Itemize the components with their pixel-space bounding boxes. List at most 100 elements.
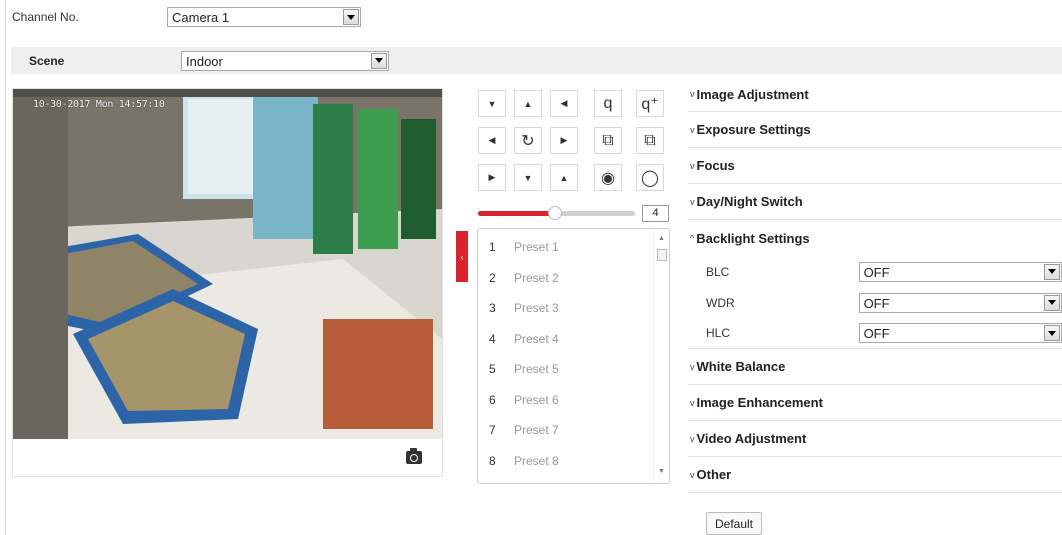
ptz-right-button[interactable]: ▶ [550, 127, 578, 154]
hlc-select[interactable]: OFF [858, 323, 1062, 343]
section-title: Focus [696, 158, 735, 173]
section-title: Image Enhancement [696, 395, 823, 410]
preset-name: Preset 7 [514, 423, 559, 437]
preset-scrollbar[interactable]: ▲ ▼ [653, 229, 669, 483]
wdr-select[interactable]: OFF [858, 292, 1062, 313]
ptz-down-button[interactable]: ▼ [514, 164, 542, 191]
hlc-row: HLC OFF [688, 318, 1062, 349]
camera-icon[interactable] [406, 448, 422, 464]
section-title: Backlight Settings [696, 230, 810, 246]
scroll-down-icon[interactable]: ▼ [657, 468, 666, 475]
chevron-down-icon: v [690, 196, 695, 207]
chevron-down-icon[interactable] [1044, 294, 1060, 311]
ptz-up-left-button[interactable]: ▼ [478, 90, 506, 117]
live-view-panel: 10-30-2017 Mon 14:57:10 [12, 88, 443, 477]
preset-item[interactable]: 4 Preset 4 [478, 324, 559, 354]
wdr-row: WDR OFF [688, 287, 1062, 318]
preset-number: 6 [489, 392, 496, 407]
section-video-adjustment[interactable]: v Video Adjustment [688, 421, 1062, 457]
preset-item[interactable]: 6 Preset 6 [478, 385, 559, 415]
section-title: White Balance [696, 359, 786, 374]
collapse-presets-button[interactable]: ‹ [456, 231, 468, 282]
preset-name: Preset 3 [514, 301, 559, 315]
section-title: Exposure Settings [696, 122, 811, 137]
chevron-down-icon: v [690, 397, 695, 408]
section-image-enhancement[interactable]: v Image Enhancement [688, 385, 1062, 421]
preset-name: Preset 1 [514, 240, 559, 254]
ptz-up-button[interactable]: ▲ [514, 90, 542, 117]
preset-name: Preset 8 [514, 453, 559, 468]
zoom-in-icon[interactable]: q⁺ [636, 90, 664, 117]
ptz-speed-knob[interactable] [548, 206, 562, 220]
scene-select[interactable]: Indoor [181, 50, 389, 71]
preset-number: 3 [489, 301, 496, 315]
ptz-up-right-button[interactable]: ◀ [550, 90, 578, 117]
live-video-image [13, 89, 442, 439]
hlc-select-value: OFF [863, 326, 890, 341]
default-button[interactable]: Default [706, 512, 762, 535]
preset-item[interactable]: 7 Preset 7 [478, 415, 559, 445]
chevron-down-icon: v [690, 469, 695, 480]
left-border [5, 0, 6, 535]
preset-item[interactable]: 8 Preset 8 [478, 446, 559, 476]
ptz-down-left-button[interactable]: ▶ [478, 164, 506, 191]
live-video[interactable]: 10-30-2017 Mon 14:57:10 [13, 89, 442, 439]
chevron-down-icon: v [690, 361, 695, 372]
channel-row: Channel No. Camera 1 [12, 6, 361, 28]
ptz-speed-value: 4 [642, 205, 669, 222]
preset-number: 5 [489, 362, 496, 376]
preset-item[interactable]: 1 Preset 1 [478, 232, 559, 262]
section-backlight-settings[interactable]: ^ Backlight Settings [688, 220, 1062, 256]
section-other[interactable]: v Other [688, 457, 1062, 493]
ptz-speed-fill [478, 211, 555, 216]
hlc-label: HLC [706, 326, 731, 340]
chevron-down-icon[interactable] [343, 9, 359, 25]
preset-number: 7 [489, 423, 496, 437]
chevron-down-icon[interactable] [1044, 325, 1060, 341]
channel-label: Channel No. [12, 10, 79, 24]
preset-item[interactable]: 5 Preset 5 [478, 354, 559, 384]
blc-select[interactable]: OFF [858, 261, 1062, 282]
chevron-down-icon[interactable] [371, 52, 387, 69]
section-white-balance[interactable]: v White Balance [688, 349, 1062, 385]
zoom-out-icon[interactable]: q [594, 90, 622, 117]
blc-select-value: OFF [863, 264, 890, 280]
section-day-night-switch[interactable]: v Day/Night Switch [688, 184, 1062, 220]
preset-name: Preset 4 [514, 331, 559, 346]
osd-timestamp: 10-30-2017 Mon 14:57:10 [33, 99, 165, 110]
auto-rotate-icon[interactable]: ↻ [514, 127, 542, 154]
chevron-down-icon: v [690, 160, 695, 171]
section-focus[interactable]: v Focus [688, 148, 1062, 184]
iris-close-icon[interactable]: ◯ [636, 164, 664, 191]
scene-label: Scene [29, 53, 65, 68]
preset-item[interactable]: 3 Preset 3 [478, 293, 559, 323]
chevron-down-icon: v [690, 124, 695, 135]
scroll-thumb[interactable] [657, 249, 667, 261]
channel-select[interactable]: Camera 1 [167, 7, 361, 27]
preset-number: 1 [489, 240, 496, 254]
preset-number: 4 [489, 331, 496, 346]
preset-number: 2 [489, 270, 496, 285]
iris-open-icon[interactable]: ◉ [594, 164, 622, 191]
scene-select-value: Indoor [186, 53, 223, 69]
settings-panel: v Image Adjustment v Exposure Settings v Fo… [688, 77, 1062, 493]
preset-name: Preset 2 [514, 270, 559, 285]
chevron-down-icon[interactable] [1044, 263, 1060, 280]
preset-list: 1 Preset 1 2 Preset 2 3 Preset 3 4 Preset 4 5 Pre… [477, 228, 670, 484]
ptz-down-right-button[interactable]: ▲ [550, 164, 578, 191]
preset-number: 8 [489, 453, 496, 468]
blc-row: BLC OFF [688, 256, 1062, 287]
focus-far-icon[interactable]: ⧉ [636, 127, 664, 154]
ptz-speed-slider[interactable] [478, 206, 635, 220]
section-exposure-settings[interactable]: v Exposure Settings [688, 112, 1062, 148]
ptz-left-button[interactable]: ◀ [478, 127, 506, 154]
focus-near-icon[interactable]: ⧉ [594, 127, 622, 154]
section-title: Image Adjustment [696, 86, 809, 102]
section-title: Day/Night Switch [696, 194, 803, 209]
preset-name: Preset 6 [514, 392, 559, 407]
scroll-up-icon[interactable]: ▲ [657, 235, 666, 242]
chevron-up-icon: ^ [690, 233, 695, 243]
preset-item[interactable]: 2 Preset 2 [478, 263, 559, 293]
section-image-adjustment[interactable]: v Image Adjustment [688, 77, 1062, 112]
chevron-down-icon: v [690, 89, 695, 99]
